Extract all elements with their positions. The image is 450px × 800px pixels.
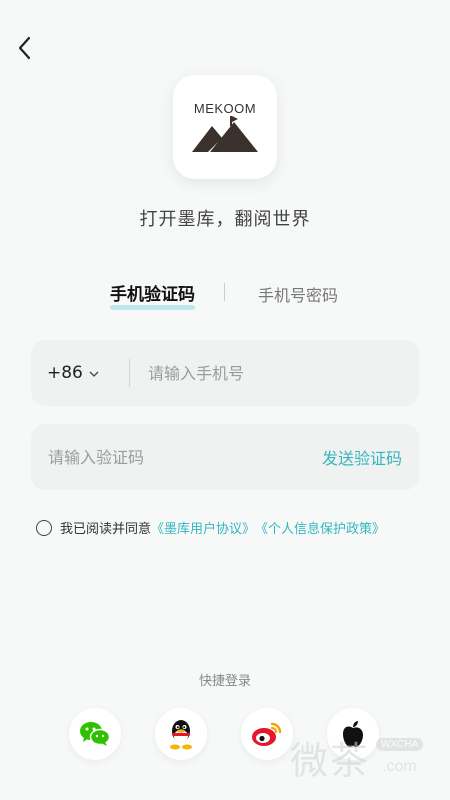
chevron-down-icon — [89, 367, 99, 380]
watermark-badge: WXCHA — [376, 738, 424, 751]
phone-field: +86 — [31, 340, 419, 406]
send-code-button[interactable]: 发送验证码 — [322, 445, 402, 469]
tab-password[interactable]: 手机号密码 — [258, 282, 338, 306]
watermark: 微茶 WXCHA .com — [290, 730, 440, 790]
tab-active-indicator — [110, 305, 195, 310]
user-agreement-link[interactable]: 《墨库用户协议》 — [151, 518, 255, 537]
code-field: 发送验证码 — [31, 424, 419, 490]
field-divider — [129, 359, 130, 387]
tab-sms-code-label: 手机验证码 — [110, 285, 195, 305]
wechat-icon — [80, 722, 111, 746]
login-tabs: 手机验证码 手机号密码 — [0, 280, 450, 310]
wechat-login-button[interactable] — [69, 708, 121, 760]
watermark-com: .com — [382, 758, 417, 775]
country-code-select[interactable]: +86 — [47, 363, 113, 383]
code-input[interactable] — [48, 437, 298, 477]
mountain-icon — [192, 115, 258, 152]
weibo-login-button[interactable] — [241, 708, 293, 760]
agreement-prefix: 我已阅读并同意 — [60, 522, 152, 537]
app-logo: MEKOOM — [173, 75, 277, 179]
tab-divider — [224, 283, 225, 301]
weibo-icon — [252, 722, 282, 746]
agreement-row: 我已阅读并同意 《墨库用户协议》 《个人信息保护政策》 — [36, 518, 385, 537]
watermark-cn: 微茶 — [290, 739, 371, 783]
slogan: 打开墨库，翻阅世界 — [139, 209, 311, 230]
privacy-policy-link[interactable]: 《个人信息保护政策》 — [255, 518, 385, 537]
phone-input[interactable] — [148, 353, 418, 393]
quick-login-label: 快捷登录 — [198, 674, 251, 689]
logo-brand-text: MEKOOM — [193, 100, 257, 116]
qq-login-button[interactable] — [155, 708, 207, 760]
qq-icon — [170, 720, 192, 750]
chevron-left-icon — [18, 36, 31, 60]
back-button[interactable] — [12, 34, 36, 62]
tab-sms-code[interactable]: 手机验证码 — [110, 280, 195, 310]
agreement-radio[interactable] — [36, 519, 52, 536]
country-code-value: +86 — [47, 363, 83, 383]
